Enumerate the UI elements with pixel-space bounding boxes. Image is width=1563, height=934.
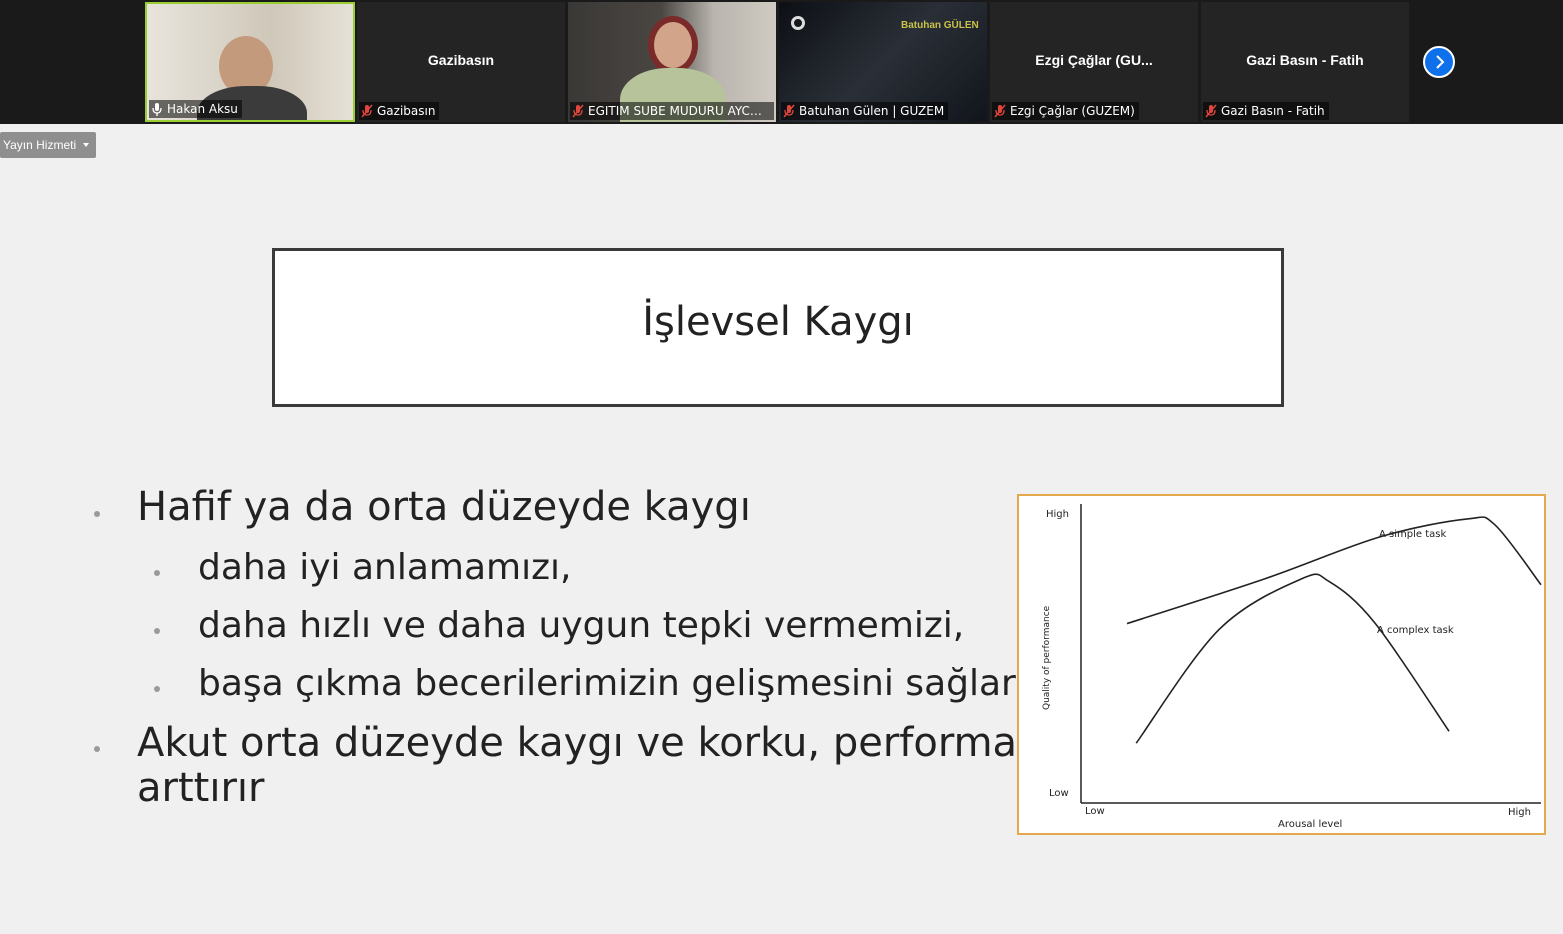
participant-tile-ezgi[interactable]: Ezgi Çağlar (GU... Ezgi Çağlar (GUZEM)	[990, 2, 1198, 122]
participant-tile-hakan[interactable]: Hakan Aksu	[145, 2, 355, 122]
series-complex-task-line	[1135, 573, 1450, 744]
next-participants-button[interactable]	[1423, 46, 1455, 78]
muted-mic-icon	[361, 104, 373, 118]
bullet-item: daha hızlı ve daha uygun tepki vermemizi…	[198, 605, 965, 646]
participant-center-name: Gazibasın	[427, 52, 495, 68]
x-tick-low: Low	[1085, 806, 1105, 817]
bullet-item-continuation: arttırır	[137, 765, 265, 811]
slide-title-box: İşlevsel Kaygı	[272, 248, 1284, 407]
participant-name: Gazi Basın - Fatih	[1221, 104, 1325, 118]
participant-center-name: Ezgi Çağlar (GU...	[1035, 52, 1153, 68]
bullet-dot	[154, 628, 160, 634]
participant-center-name: Gazi Basın - Fatih	[1246, 52, 1364, 68]
participant-label: Batuhan Gülen | GUZEM	[781, 102, 949, 120]
series-simple-task-label: A simple task	[1379, 529, 1446, 540]
y-tick-high: High	[1046, 509, 1069, 520]
series-simple-task-line	[1126, 516, 1542, 625]
yerkes-dodson-chart: High Low Low High Arousal level Quality …	[1017, 494, 1546, 835]
participant-name: EGITIM SUBE MUDURU AYCA ...	[588, 104, 770, 118]
participant-label: Hakan Aksu	[149, 100, 242, 118]
muted-mic-icon	[1205, 104, 1217, 118]
stream-service-dropdown[interactable]: Yayın Hizmeti	[0, 132, 96, 158]
chevron-right-icon	[1436, 55, 1445, 69]
muted-mic-icon	[572, 104, 584, 118]
stream-service-label: Yayın Hizmeti	[3, 138, 77, 152]
participant-label: Gazi Basın - Fatih	[1203, 102, 1329, 120]
participant-tile-gazibasin[interactable]: Gazibasın Gazibasın	[357, 2, 565, 122]
bullet-item: başa çıkma becerilerimizin gelişmesini s…	[198, 663, 1016, 704]
series-complex-task-label: A complex task	[1377, 625, 1454, 636]
bullet-item: Akut orta düzeyde kaygı ve korku, perfor…	[137, 720, 1075, 766]
chart-svg: High Low Low High Arousal level Quality …	[1042, 504, 1542, 830]
bullet-dot	[154, 570, 160, 576]
mic-icon	[152, 103, 162, 116]
bullet-dot	[154, 686, 160, 692]
participant-tile-egitim[interactable]: EGITIM SUBE MUDURU AYCA ...	[568, 2, 776, 122]
y-tick-low: Low	[1049, 788, 1069, 799]
participant-strip: Hakan Aksu Gazibasın Gazibasın EGITIM SU…	[0, 0, 1563, 124]
participant-label: Ezgi Çağlar (GUZEM)	[992, 102, 1139, 120]
participant-label: Gazibasın	[359, 102, 440, 120]
bullet-item: daha iyi anlamamızı,	[198, 547, 572, 588]
participant-tile-batuhan[interactable]: Batuhan GÜLEN Batuhan Gülen | GUZEM	[779, 2, 987, 122]
x-tick-high: High	[1508, 807, 1531, 818]
virtual-background-text: Batuhan GÜLEN	[901, 20, 979, 31]
participant-name: Hakan Aksu	[167, 102, 238, 116]
bullet-dot	[94, 746, 100, 752]
muted-mic-icon	[994, 104, 1006, 118]
person-head	[648, 16, 698, 74]
participant-name: Batuhan Gülen | GUZEM	[799, 104, 945, 118]
muted-mic-icon	[783, 104, 795, 118]
participant-name: Gazibasın	[377, 104, 436, 118]
slide-title: İşlevsel Kaygı	[642, 299, 914, 345]
participant-label: EGITIM SUBE MUDURU AYCA ...	[570, 102, 774, 120]
bullet-item: Hafif ya da orta düzeyde kaygı	[137, 484, 751, 530]
bullet-dot	[94, 511, 100, 517]
participant-name: Ezgi Çağlar (GUZEM)	[1010, 104, 1135, 118]
participant-tile-gazi-basin-fatih[interactable]: Gazi Basın - Fatih Gazi Basın - Fatih	[1201, 2, 1409, 122]
x-axis-label: Arousal level	[1278, 819, 1342, 830]
caret-down-icon	[83, 143, 89, 147]
guzem-logo	[791, 16, 805, 30]
y-axis-label: Quality of performance	[1042, 605, 1052, 710]
